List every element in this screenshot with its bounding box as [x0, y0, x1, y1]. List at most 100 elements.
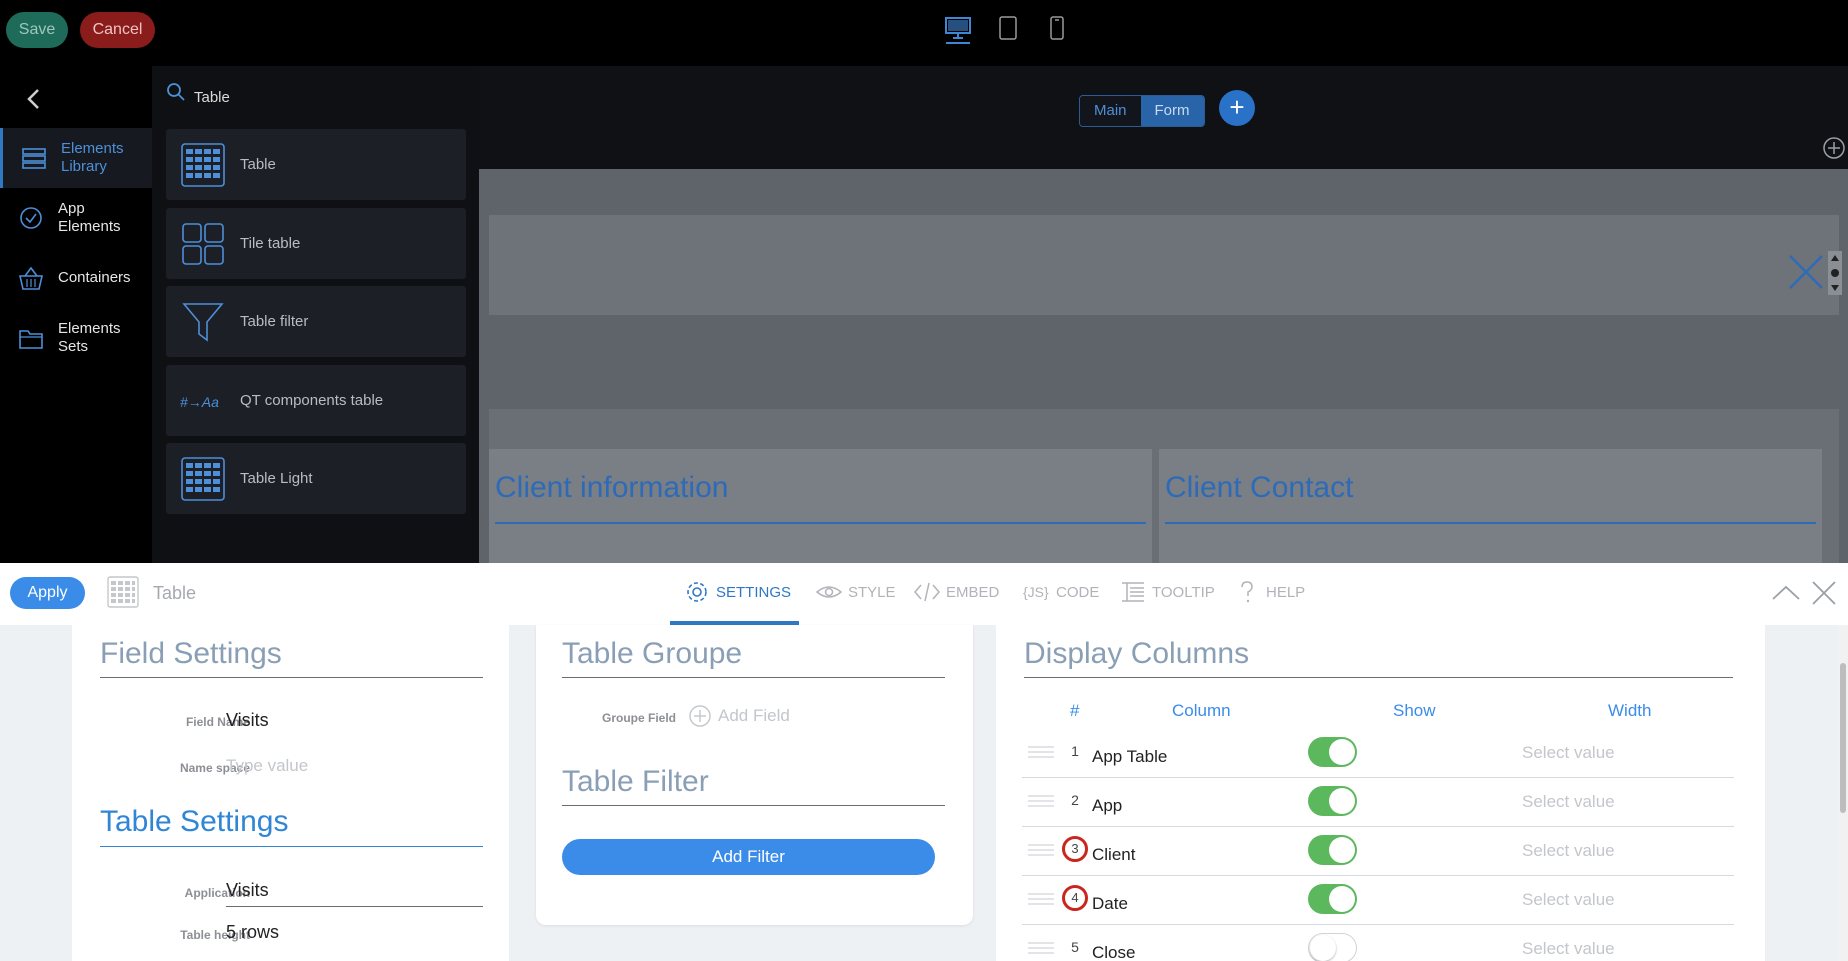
show-toggle[interactable]: [1308, 835, 1357, 865]
divider: [100, 846, 483, 847]
field-settings-column: Field Settings Field Name Visits Name sp…: [72, 625, 509, 961]
scrollbar-thumb[interactable]: [1840, 663, 1846, 813]
library-card-table-filter[interactable]: Table filter: [166, 286, 466, 357]
show-toggle[interactable]: [1308, 933, 1357, 961]
rail-item-elements-library[interactable]: Elements Library: [0, 128, 152, 188]
width-select[interactable]: Select value: [1522, 743, 1615, 763]
column-name: Close: [1092, 943, 1136, 961]
application-select[interactable]: Visits: [226, 880, 269, 901]
back-arrow-icon[interactable]: [22, 86, 46, 112]
tab-label: EMBED: [946, 583, 1000, 601]
show-toggle[interactable]: [1308, 884, 1357, 914]
groupe-field-label: Groupe Field: [601, 711, 676, 725]
library-search-input[interactable]: [194, 86, 454, 108]
selected-table-row[interactable]: [489, 215, 1842, 315]
rail-item-elements-sets[interactable]: Elements Sets: [0, 308, 152, 368]
width-select[interactable]: Select value: [1522, 792, 1615, 812]
funnel-icon: [182, 302, 224, 342]
column-name: App: [1092, 796, 1123, 815]
chevron-up-icon[interactable]: [1770, 581, 1802, 605]
display-columns-column: Display Columns # Column Show Width 1 App…: [996, 625, 1765, 961]
element-title: Table: [153, 583, 197, 603]
layers-icon: [22, 148, 46, 169]
table-height-select[interactable]: 5 rows: [226, 922, 279, 943]
width-select[interactable]: Select value: [1522, 939, 1615, 959]
tablet-icon[interactable]: [998, 14, 1018, 44]
table-grid-icon: [181, 456, 225, 501]
add-field-label: Add Field: [718, 706, 790, 725]
toggle-knob: [1329, 837, 1355, 863]
tab-label: CODE: [1056, 583, 1100, 601]
rail-item-containers[interactable]: Containers: [0, 248, 152, 308]
toggle-knob: [1329, 886, 1355, 912]
drag-handle-icon[interactable]: [1828, 251, 1842, 295]
toggle-knob: [1329, 739, 1355, 765]
hash-to-text-icon: #→Aa: [180, 394, 219, 410]
desktop-icon[interactable]: [944, 14, 972, 44]
add-circle-icon[interactable]: [1822, 136, 1846, 160]
tab-code[interactable]: {JS} CODE: [1022, 576, 1099, 608]
show-toggle[interactable]: [1308, 786, 1357, 816]
drag-handle-icon[interactable]: [1028, 890, 1054, 908]
close-icon[interactable]: [1784, 250, 1828, 294]
library-card-table[interactable]: Table: [166, 129, 466, 200]
width-select[interactable]: Select value: [1522, 890, 1615, 910]
drag-handle-icon[interactable]: [1028, 939, 1054, 957]
settings-tab-bar: Apply Table SETTINGS STYLE EMBED {JS} CO…: [0, 563, 1848, 625]
tab-label: STYLE: [848, 583, 896, 601]
list-item[interactable]: 2 App Select value: [1022, 778, 1734, 827]
tab-label: TOOLTIP: [1152, 583, 1215, 601]
svg-text:#→Aa: #→Aa: [180, 394, 219, 410]
rail-item-label: App Elements: [58, 200, 121, 235]
rail-item-label: Elements Library: [61, 140, 124, 175]
column-name: Client: [1092, 845, 1136, 864]
tab-help[interactable]: HELP: [1232, 576, 1305, 608]
table-filter-title: Table Filter: [562, 765, 709, 798]
cancel-button[interactable]: Cancel: [80, 12, 155, 48]
library-card-table-light[interactable]: Table Light: [166, 443, 466, 514]
design-canvas: Main Form + Client information Client Co…: [479, 66, 1848, 563]
tab-tooltip[interactable]: TOOLTIP: [1118, 576, 1215, 608]
apply-button[interactable]: Apply: [10, 577, 85, 609]
column-header-show: Show: [1393, 701, 1436, 720]
add-view-button[interactable]: +: [1219, 90, 1255, 126]
save-button[interactable]: Save: [6, 12, 68, 48]
list-item[interactable]: 4 Date Select value: [1022, 876, 1734, 925]
rail-item-app-elements[interactable]: App Elements: [0, 188, 152, 248]
drag-handle-icon[interactable]: [1028, 743, 1054, 761]
tab-embed[interactable]: EMBED: [912, 576, 999, 608]
left-rail: Elements Library App Elements Containers…: [0, 66, 152, 563]
library-card-tile-table[interactable]: Tile table: [166, 208, 466, 279]
close-icon[interactable]: [1810, 579, 1838, 607]
tab-style[interactable]: STYLE: [814, 576, 896, 608]
divider: [1165, 522, 1816, 524]
list-item[interactable]: 1 App Table Select value: [1022, 729, 1734, 778]
svg-text:{JS}: {JS}: [1023, 584, 1049, 600]
list-item[interactable]: 5 Close Select value: [1022, 925, 1734, 961]
table-settings-title: Table Settings: [100, 805, 289, 838]
scrollbar[interactable]: [1838, 625, 1848, 961]
tab-main[interactable]: Main: [1080, 96, 1141, 126]
basket-icon: [18, 266, 44, 290]
tab-label: HELP: [1266, 583, 1306, 601]
add-filter-button[interactable]: Add Filter: [562, 839, 935, 875]
divider: [562, 805, 945, 806]
list-item[interactable]: 3 Client Select value: [1022, 827, 1734, 876]
width-select[interactable]: Select value: [1522, 841, 1615, 861]
table-groupe-title: Table Groupe: [562, 637, 743, 670]
phone-icon[interactable]: [1049, 14, 1065, 44]
column-header-num: #: [1070, 701, 1080, 720]
client-contact-box[interactable]: Client Contact: [1159, 449, 1822, 563]
drag-handle-icon[interactable]: [1028, 792, 1054, 810]
library-card-label: Table: [240, 156, 276, 173]
field-name-value[interactable]: Visits: [226, 710, 269, 731]
client-information-box[interactable]: Client information: [489, 449, 1152, 563]
tab-form[interactable]: Form: [1140, 96, 1204, 126]
question-icon: [1241, 581, 1253, 603]
add-field-button[interactable]: Add Field: [688, 704, 790, 728]
library-card-qt-components-table[interactable]: #→Aa QT components table: [166, 365, 466, 436]
name-space-input[interactable]: [226, 756, 466, 776]
show-toggle[interactable]: [1308, 737, 1357, 767]
drag-handle-icon[interactable]: [1028, 841, 1054, 859]
tab-settings[interactable]: SETTINGS: [682, 576, 791, 608]
